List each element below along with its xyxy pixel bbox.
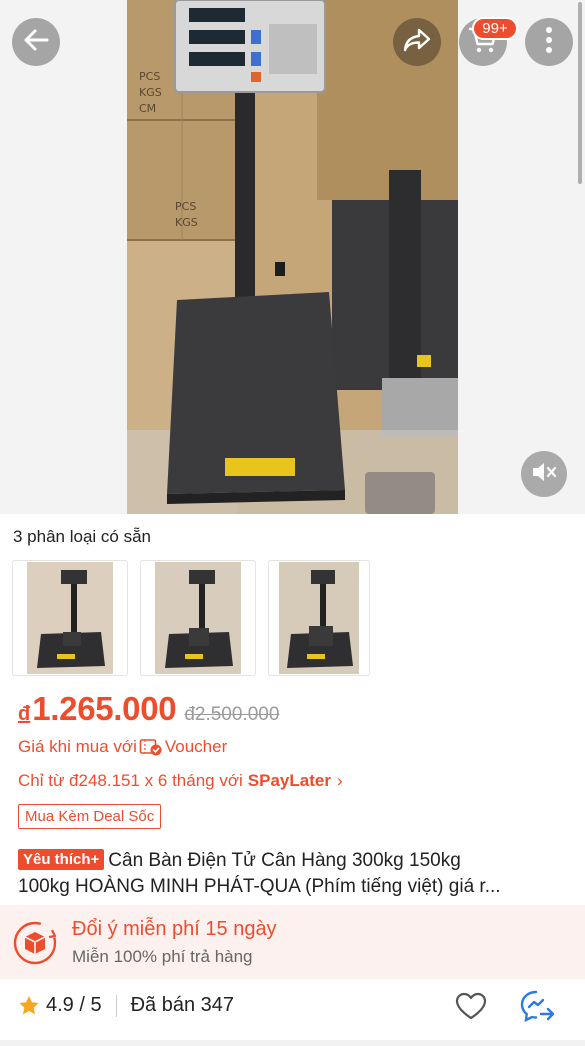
variant-thumb[interactable] — [268, 560, 370, 676]
price-current: 1.265.000 — [32, 690, 177, 727]
back-button[interactable] — [12, 18, 60, 66]
return-policy-title: Đổi ý miễn phí 15 ngày — [72, 918, 277, 940]
share-icon — [401, 25, 433, 60]
sold-count: Đã bán 347 — [130, 994, 235, 1016]
variant-image — [279, 562, 359, 674]
more-icon — [545, 26, 553, 59]
mute-icon — [530, 460, 558, 489]
spaylater-brand: SPayLater — [247, 771, 331, 790]
more-button[interactable] — [525, 18, 573, 66]
title-line-2: 100kg HOÀNG MINH PHÁT-QUA (Phím tiếng vi… — [18, 876, 501, 897]
variant-thumbnails — [12, 560, 370, 676]
chat-icon — [519, 989, 557, 1028]
variant-image — [155, 562, 241, 674]
voucher-icon — [139, 738, 163, 756]
svg-text:PCS: PCS — [139, 70, 160, 83]
title-line-1: Cân Bàn Điện Tử Cân Hàng 300kg 150kg — [108, 850, 461, 871]
rating-divider — [115, 994, 117, 1017]
rating-score: 4.9 / 5 — [46, 994, 102, 1016]
section-divider — [0, 1040, 585, 1046]
cart-count-badge: 99+ — [472, 17, 518, 40]
voucher-row[interactable]: Giá khi mua với Voucher — [18, 737, 227, 757]
svg-text:PCS: PCS — [175, 200, 196, 213]
product-media[interactable]: PCS KGS CM PCS KGS 99+ — [0, 0, 585, 514]
svg-text:KGS: KGS — [139, 86, 162, 99]
svg-text:CM: CM — [139, 102, 156, 115]
deal-tag[interactable]: Mua Kèm Deal Sốc — [18, 804, 162, 829]
variant-image — [27, 562, 113, 674]
chevron-right-icon: › — [336, 771, 343, 790]
return-box-icon — [12, 920, 58, 966]
spaylater-row[interactable]: Chỉ từ đ248.151 x 6 tháng với SPayLater … — [18, 771, 343, 791]
favorite-button[interactable] — [453, 990, 489, 1026]
mute-button[interactable] — [521, 451, 567, 497]
product-video[interactable]: PCS KGS CM PCS KGS — [127, 0, 458, 514]
back-arrow-icon — [21, 25, 51, 60]
heart-icon — [454, 991, 488, 1026]
price-currency: đ — [18, 703, 31, 725]
share-button[interactable] — [393, 18, 441, 66]
return-policy-subtitle: Miễn 100% phí trả hàng — [72, 947, 253, 966]
variant-thumb[interactable] — [140, 560, 256, 676]
variant-thumb[interactable] — [12, 560, 128, 676]
variants-title: 3 phân loại có sẵn — [13, 527, 151, 546]
page-scrollbar[interactable] — [578, 2, 582, 184]
svg-text:KGS: KGS — [175, 216, 198, 229]
favorite-plus-badge: Yêu thích+ — [18, 849, 105, 870]
return-policy-banner[interactable]: Đổi ý miễn phí 15 ngày Miễn 100% phí trả… — [0, 905, 585, 979]
price-row: đ 1.265.000 đ2.500.000 — [18, 690, 279, 728]
chat-button[interactable] — [518, 990, 558, 1026]
spaylater-text: Chỉ từ đ248.151 x 6 tháng với — [18, 771, 243, 790]
voucher-prefix: Giá khi mua với — [18, 737, 137, 756]
rating-row[interactable]: 4.9 / 5 Đã bán 347 — [18, 994, 234, 1017]
product-title: Yêu thích+ Cân Bàn Điện Tử Cân Hàng 300kg… — [18, 848, 570, 900]
star-icon — [18, 995, 40, 1016]
price-original: đ2.500.000 — [184, 704, 280, 725]
voucher-label: Voucher — [164, 737, 228, 756]
product-video-frame: PCS KGS CM PCS KGS — [127, 0, 458, 514]
